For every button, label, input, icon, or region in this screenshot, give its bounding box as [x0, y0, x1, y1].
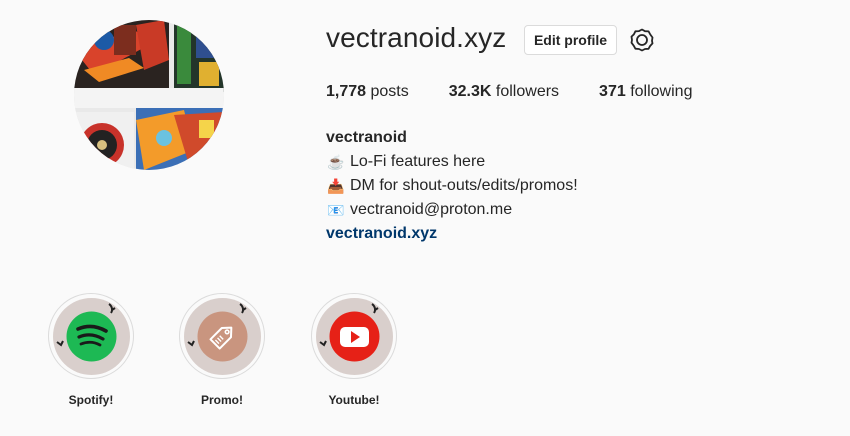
highlight-promo[interactable]: Promo!	[179, 293, 265, 407]
highlight-label: Spotify!	[68, 393, 114, 407]
bio-line-text: DM for shout-outs/edits/promos!	[350, 177, 578, 194]
tag-icon	[186, 302, 247, 361]
youtube-icon	[318, 302, 379, 361]
followers-count[interactable]: 32.3K followers	[449, 83, 559, 101]
posts-count-label: posts	[370, 83, 409, 100]
following-count-label: following	[630, 83, 693, 100]
bio-line-text: Lo-Fi features here	[350, 153, 486, 170]
avatar-artwork	[74, 20, 224, 170]
posts-count-value: 1,778	[326, 83, 367, 100]
posts-count[interactable]: 1,778 posts	[326, 83, 409, 101]
highlight-ring	[48, 293, 134, 379]
bio-line-2: 📥 DM for shout-outs/edits/promos!	[326, 174, 578, 198]
profile-stats: 1,778 posts 32.3K followers 371 followin…	[326, 83, 732, 101]
highlight-label: Youtube!	[328, 393, 380, 407]
followers-count-value: 32.3K	[448, 83, 492, 100]
bio-line-3: 📧 vectranoid@proton.me	[326, 198, 578, 222]
followers-count-label: followers	[495, 83, 560, 100]
highlight-cover	[183, 297, 261, 375]
highlight-label: Promo!	[201, 393, 243, 407]
highlight-cover	[315, 297, 393, 375]
profile-display-name: vectranoid	[326, 129, 407, 146]
bio-line-text: vectranoid@proton.me	[350, 201, 513, 218]
highlight-spotify[interactable]: Spotify!	[48, 293, 134, 407]
following-count[interactable]: 371 following	[599, 83, 692, 101]
following-count-value: 371	[599, 83, 626, 100]
highlight-ring	[179, 293, 265, 379]
profile-website-link[interactable]: vectranoid.xyz	[326, 222, 578, 246]
bio-line-1: ☕ Lo-Fi features here	[326, 150, 578, 174]
spotify-icon	[55, 302, 116, 361]
envelope-emoji-icon: 📧	[327, 202, 345, 218]
inbox-tray-emoji-icon: 📥	[327, 178, 345, 194]
highlight-youtube[interactable]: Youtube!	[311, 293, 397, 407]
highlight-cover	[52, 297, 130, 375]
profile-avatar[interactable]	[74, 20, 224, 170]
profile-bio: vectranoid ☕ Lo-Fi features here 📥 DM fo…	[326, 126, 578, 246]
coffee-emoji-icon: ☕	[327, 154, 345, 170]
edit-profile-button[interactable]: Edit profile	[524, 25, 617, 55]
settings-gear-icon[interactable]	[630, 28, 654, 52]
highlight-ring	[311, 293, 397, 379]
profile-username: vectranoid.xyz	[326, 22, 507, 53]
